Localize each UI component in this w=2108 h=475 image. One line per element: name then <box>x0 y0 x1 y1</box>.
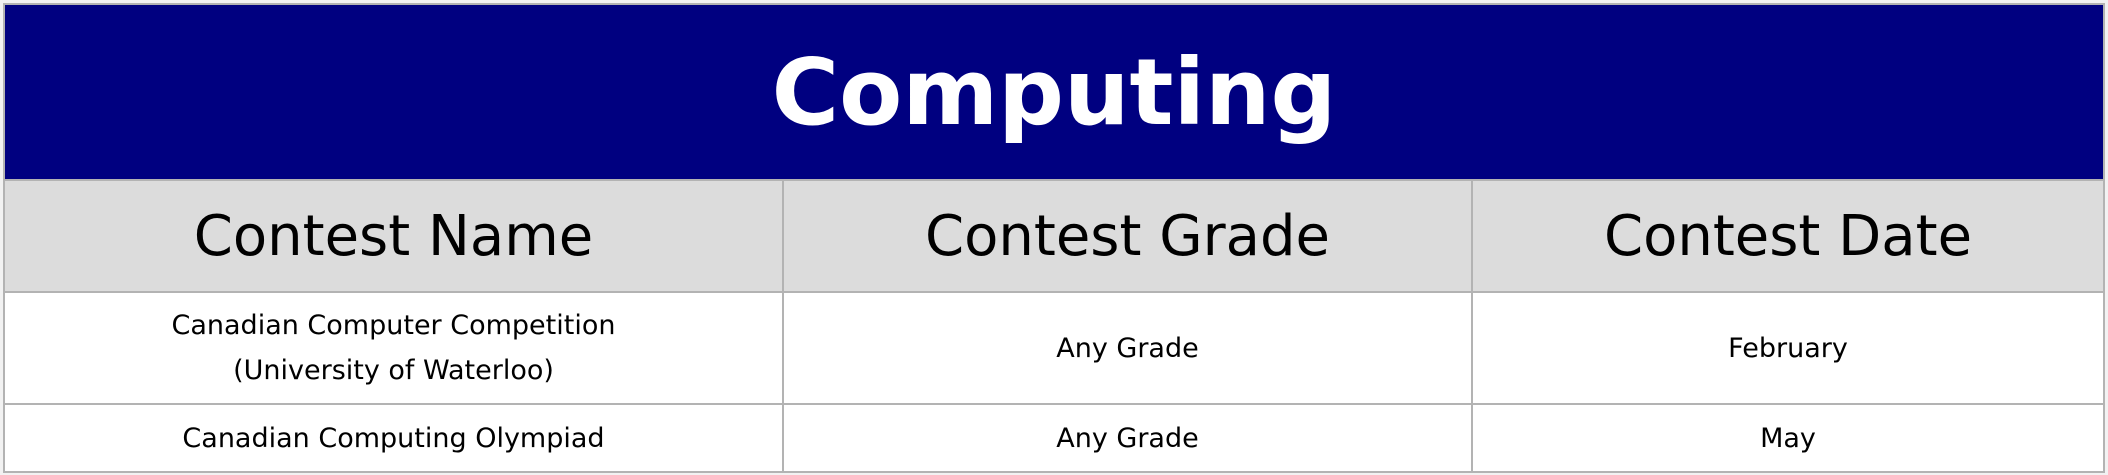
contest-grade-cell: Any Grade <box>782 291 1473 405</box>
contest-name-cell: Canadian Computer Competition (Universit… <box>3 291 784 405</box>
computing-contests-table: Computing Contest Name Contest Grade Con… <box>3 3 2105 473</box>
contest-date-cell: May <box>1471 403 2105 473</box>
header-contest-date: Contest Date <box>1471 179 2105 293</box>
table-title-row: Computing <box>3 3 2105 181</box>
table-title: Computing <box>3 3 2105 181</box>
contest-date-cell: February <box>1471 291 2105 405</box>
table-header-row: Contest Name Contest Grade Contest Date <box>3 179 2105 293</box>
contest-grade-cell: Any Grade <box>782 403 1473 473</box>
table-row: Canadian Computer Competition (Universit… <box>3 291 2105 405</box>
contest-name: Canadian Computer Competition <box>171 310 616 341</box>
contest-table-container: Computing Contest Name Contest Grade Con… <box>3 3 2105 473</box>
header-contest-name: Contest Name <box>3 179 784 293</box>
contest-name-cell: Canadian Computing Olympiad <box>3 403 784 473</box>
table-row: Canadian Computing Olympiad Any Grade Ma… <box>3 403 2105 473</box>
header-contest-grade: Contest Grade <box>782 179 1473 293</box>
contest-organizer: (University of Waterloo) <box>233 355 554 386</box>
